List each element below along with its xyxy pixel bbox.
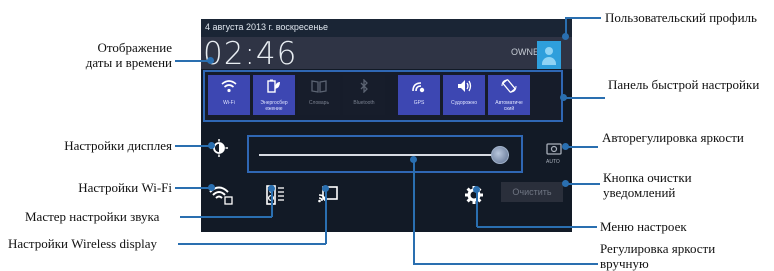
tile-label: GPS [413, 100, 425, 106]
leader-dot [208, 184, 215, 191]
tile-bluetooth[interactable]: Bluetooth [343, 75, 385, 115]
leader-settings-menu-v [476, 189, 478, 227]
brightness-slider-knob[interactable] [491, 146, 509, 164]
tile-dictionary[interactable]: Словарь [298, 75, 340, 115]
tile-label: Энергосбер ежение [260, 100, 288, 112]
book-icon [298, 79, 340, 96]
speaker-icon [443, 79, 485, 96]
leader-dot [562, 33, 569, 40]
callout-date-time-line2: даты и времени [85, 55, 172, 70]
leader-quick-settings [563, 97, 605, 99]
tile-auto-rotate[interactable]: Автоматиче ский [488, 75, 530, 115]
leader-dot [473, 186, 480, 193]
wifi-icon [208, 79, 250, 96]
leader-wireless-display-v [325, 188, 327, 244]
quick-settings-screen: 4 августа 2013 г. воскресенье 02:46 OWNE… [201, 19, 572, 232]
brightness-row: AUTO [201, 129, 572, 173]
leader-date-time [175, 60, 210, 62]
bottom-controls: Очистить [201, 174, 572, 232]
clear-notifications-button[interactable]: Очистить [501, 182, 563, 202]
tile-power-saving[interactable]: Энергосбер ежение [253, 75, 295, 115]
leader-dot [562, 180, 569, 187]
quick-settings-panel: Wi-Fi Энергосбер ежение Словарь Bluetoot… [203, 70, 563, 122]
tile-sound[interactable]: Судорожно [443, 75, 485, 115]
callout-manual-brightness: Регулировка яркости вручную [600, 241, 715, 271]
callout-wifi-settings: Настройки Wi-Fi [78, 180, 172, 195]
leader-dot [268, 185, 275, 192]
leader-manual-brightness-v [413, 159, 415, 264]
leader-dot [562, 143, 569, 150]
auto-label: AUTO [546, 159, 560, 165]
leader-dot [560, 94, 567, 101]
leader-settings-menu [477, 226, 597, 228]
leader-clear [566, 183, 600, 185]
date-text: 4 августа 2013 г. воскресенье [205, 22, 329, 32]
callout-clear-line1: Кнопка очистки [603, 170, 692, 185]
clock-time: 02:46 [203, 36, 298, 72]
leader-manual-brightness [413, 263, 598, 265]
leader-wireless-display [178, 243, 326, 245]
callout-manual-line2: вручную [600, 256, 649, 271]
leader-sound-wizard-v [271, 188, 273, 217]
callout-auto-brightness: Авторегулировка яркости [602, 130, 744, 145]
leader-display-settings [175, 145, 211, 147]
callout-wireless-display: Настройки Wireless display [8, 236, 158, 251]
callout-date-time-line1: Отображение [97, 40, 172, 55]
tile-wifi[interactable]: Wi-Fi [208, 75, 250, 115]
callout-clear-line2: уведомлений [603, 185, 676, 200]
clock-row: 02:46 OWNER [201, 36, 572, 72]
avatar-head-icon [545, 47, 553, 55]
tile-label: Автоматиче ский [495, 100, 523, 112]
leader-user-profile [565, 17, 601, 19]
callout-date-time: Отображение даты и времени [40, 40, 172, 70]
callout-manual-line1: Регулировка яркости [600, 241, 716, 256]
leader-dot [207, 57, 214, 64]
callout-clear-notifications: Кнопка очистки уведомлений [603, 170, 692, 200]
leader-dot [208, 142, 215, 149]
leader-auto-brightness [566, 146, 598, 148]
tile-label: Bluetooth [353, 100, 375, 106]
callout-sound-wizard: Мастер настройки звука [25, 209, 160, 224]
leader-sound-wizard [180, 216, 272, 218]
avatar-body-icon [542, 57, 556, 65]
tile-gps[interactable]: GPS [398, 75, 440, 115]
leader-wifi-settings [175, 187, 211, 189]
leader-dot [322, 185, 329, 192]
callout-user-profile: Пользовательский профиль [605, 10, 757, 25]
tile-label: Словарь [308, 100, 330, 106]
callout-quick-settings: Панель быстрой настройки [608, 77, 760, 92]
callout-settings-menu: Меню настроек [600, 219, 687, 234]
brightness-slider-track[interactable] [259, 154, 509, 156]
rotate-icon [488, 79, 530, 96]
date-bar: 4 августа 2013 г. воскресенье [201, 19, 572, 37]
bluetooth-icon [343, 78, 385, 96]
satellite-icon [398, 79, 440, 96]
user-profile-avatar[interactable] [537, 41, 561, 69]
battery-leaf-icon [253, 79, 295, 96]
leader-dot [410, 156, 417, 163]
callout-display-settings: Настройки дисплея [64, 138, 172, 153]
tile-label: Судорожно [450, 100, 478, 106]
tile-label: Wi-Fi [223, 100, 235, 106]
